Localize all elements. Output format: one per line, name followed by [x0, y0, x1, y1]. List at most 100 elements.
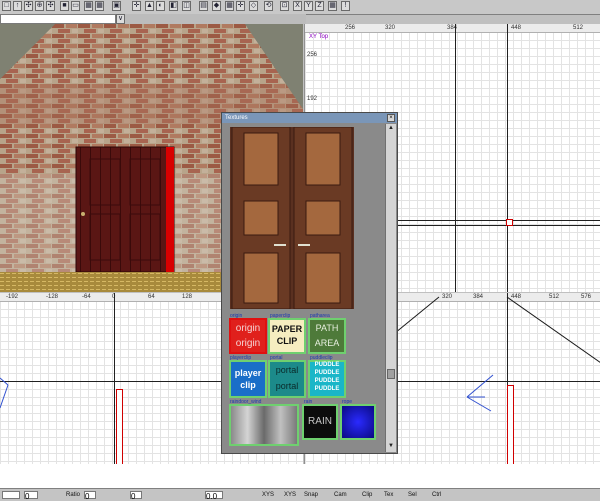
status-field[interactable]: 0 — [84, 491, 96, 501]
texture-text: PUDDLE — [314, 370, 340, 376]
window-title: Textures — [222, 113, 397, 123]
filter-z-icon[interactable]: Z — [315, 1, 324, 11]
ruler-tick: 320 — [385, 25, 396, 31]
textures-window[interactable]: Textures × origin origin origin papercli… — [221, 112, 398, 454]
filter-y-icon[interactable]: Y — [304, 1, 313, 11]
view-icon[interactable]: ▣ — [112, 1, 121, 11]
texture-text: clip — [240, 380, 256, 390]
edge-icon[interactable]: ◇ — [249, 1, 258, 11]
texture-text: PAPER — [271, 324, 303, 334]
texture-portal[interactable]: portal portal — [268, 360, 306, 398]
status-label: Cam — [334, 492, 347, 498]
texture-playerclip[interactable]: player clip — [229, 360, 267, 398]
status-field[interactable]: 0 — [24, 491, 38, 501]
door-texture-preview[interactable] — [230, 127, 354, 309]
axis-line — [455, 24, 456, 292]
texture-text: PUDDLE — [314, 378, 340, 384]
texture-text: portal — [275, 365, 299, 375]
grid-small-icon[interactable]: ▦ — [328, 1, 337, 11]
texture-text: portal — [275, 381, 299, 391]
texture-rope[interactable] — [340, 404, 376, 440]
axis-line — [114, 293, 115, 464]
texture-raindoor-wind[interactable] — [229, 404, 299, 446]
clipper-icon[interactable]: ◐ — [156, 1, 165, 11]
ruler-tick: 192 — [307, 96, 318, 102]
cube-icon[interactable]: ▤ — [199, 1, 208, 11]
main-toolbar: □ ↑ ✣ ⊕ ✣ ■ ▭ ▦ ▦ ▣ ✛ ▲ ◐ ◧ ◫ ▤ ◆ ▦ ✛ ◇ … — [0, 0, 600, 15]
vertex-icon[interactable]: ✛ — [236, 1, 245, 11]
selected-brush[interactable] — [506, 219, 513, 226]
ruler-tick: 256 — [307, 52, 318, 58]
rotate-icon[interactable]: ✣ — [46, 1, 55, 11]
texture-origin[interactable]: origin origin — [229, 318, 267, 354]
texture-scrollbar[interactable]: ▲ ▼ — [385, 124, 396, 452]
texture-text: CLIP — [276, 336, 298, 346]
view-label: XY Top — [309, 34, 329, 40]
status-label: Ctrl — [432, 492, 442, 498]
texture-text: PUDDLE — [314, 362, 340, 368]
texture-patharea[interactable]: PATH AREA — [308, 318, 346, 354]
status-label: XYS — [262, 492, 275, 498]
zoom-icon[interactable]: ⊡ — [280, 1, 289, 11]
merge-icon[interactable]: ◫ — [182, 1, 191, 11]
scroll-up-icon[interactable]: ▲ — [386, 124, 396, 132]
scroll-down-icon[interactable]: ▼ — [386, 442, 396, 450]
chevron-down-icon[interactable]: ∨ — [116, 14, 125, 24]
secondary-toolbar: ∨ — [116, 14, 306, 24]
ruler-tick: -192 — [6, 294, 19, 300]
entity-icon[interactable]: ▭ — [71, 1, 80, 11]
scroll-thumb[interactable] — [387, 369, 395, 379]
ruler-tick: -128 — [46, 294, 59, 300]
texture-text: origin — [235, 323, 261, 334]
open-icon[interactable]: ↑ — [13, 1, 22, 11]
ruler-tick: -64 — [82, 294, 91, 300]
texture-text: PUDDLE — [314, 386, 340, 392]
light-icon[interactable]: ◆ — [212, 1, 221, 11]
ruler-tick: 256 — [345, 25, 356, 31]
refresh-icon[interactable]: ⟲ — [264, 1, 273, 11]
hollow-icon[interactable]: ✛ — [132, 1, 141, 11]
new-icon[interactable]: □ — [2, 1, 11, 11]
status-label: Sel — [408, 492, 417, 498]
status-label: Snap — [304, 492, 319, 498]
status-bar: 0 Ratio 0 0 0.0 XYS XYS Snap Cam Clip Te… — [0, 488, 600, 501]
selected-brush[interactable] — [116, 389, 123, 464]
move-icon[interactable]: ✣ — [24, 1, 33, 11]
selected-brush[interactable] — [507, 385, 514, 464]
texture-puddleclip[interactable]: PUDDLE PUDDLE PUDDLE PUDDLE — [308, 360, 346, 398]
filter-x-icon[interactable]: X — [293, 1, 302, 11]
select-icon[interactable]: ⊕ — [35, 1, 44, 11]
command-input[interactable] — [0, 14, 116, 24]
texture-rain[interactable]: RAIN — [302, 404, 338, 440]
patch-icon[interactable]: ▦ — [225, 1, 234, 11]
texture-text: player — [234, 368, 262, 378]
ruler-tick: 448 — [511, 25, 522, 31]
status-field[interactable]: 0.0 — [205, 491, 223, 501]
texture-icon[interactable]: ▦ — [84, 1, 93, 11]
brush-icon[interactable]: ■ — [60, 1, 69, 11]
texture-text: origin — [235, 338, 261, 349]
status-label: Clip — [362, 492, 373, 498]
texture-paperclip[interactable]: PAPER CLIP — [268, 318, 306, 354]
csg-icon[interactable]: ◧ — [169, 1, 178, 11]
axis-line — [507, 24, 508, 292]
ruler-tick: 128 — [182, 294, 193, 300]
status-field[interactable] — [2, 491, 20, 499]
status-field[interactable]: 0 — [130, 491, 142, 501]
texture-text: RAIN — [308, 416, 332, 427]
status-label: XYS — [284, 492, 297, 498]
ruler-tick: 512 — [573, 25, 584, 31]
status-label: Ratio — [66, 492, 81, 498]
camera-marker-icon — [0, 377, 9, 409]
status-label: Tex — [384, 492, 394, 498]
camera-frustum — [395, 296, 600, 412]
texture-text: PATH — [315, 323, 339, 333]
ruler-tick: 64 — [148, 294, 155, 300]
texture-text: AREA — [314, 338, 340, 348]
grid-icon[interactable]: ▦ — [95, 1, 104, 11]
viewport-lower-strip — [0, 464, 600, 488]
pointer-icon[interactable]: ▲ — [145, 1, 154, 11]
close-icon[interactable]: × — [387, 114, 395, 122]
warning-icon[interactable]: ! — [341, 1, 350, 11]
top-ruler-x: 256 320 384 448 512 — [305, 24, 600, 33]
